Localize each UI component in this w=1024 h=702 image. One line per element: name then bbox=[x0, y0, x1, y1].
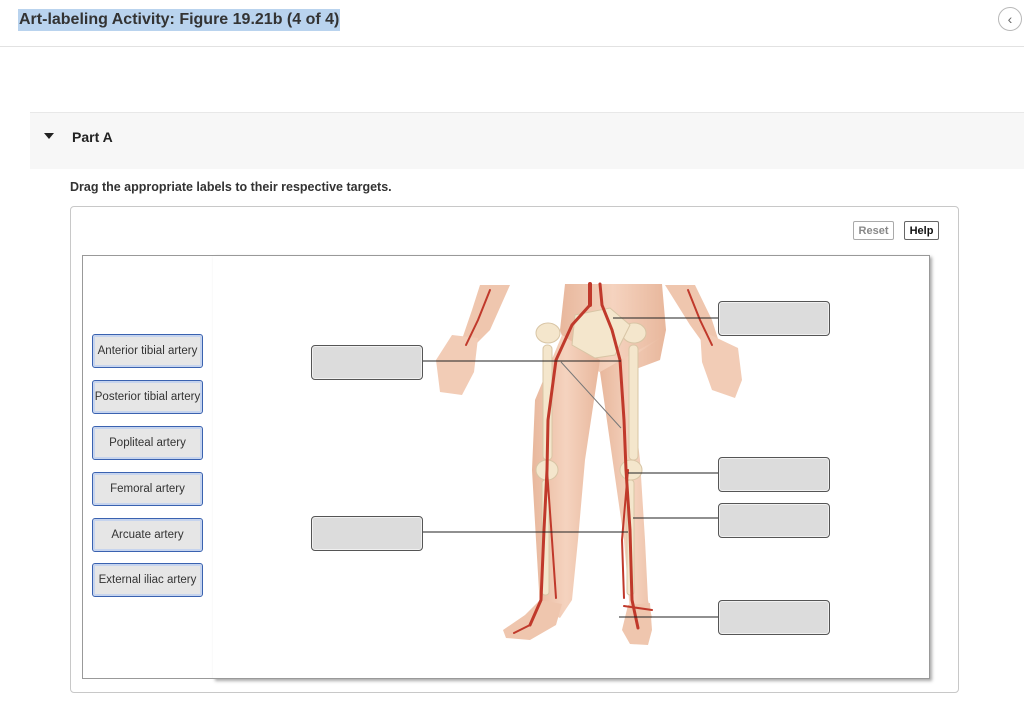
anatomy-figure bbox=[423, 282, 742, 645]
drop-target-1[interactable] bbox=[718, 301, 830, 336]
drop-target-5[interactable] bbox=[311, 516, 423, 551]
drop-target-2[interactable] bbox=[311, 345, 423, 380]
drop-target-6[interactable] bbox=[718, 600, 830, 635]
drop-target-4[interactable] bbox=[718, 503, 830, 538]
drop-target-3[interactable] bbox=[718, 457, 830, 492]
lower-body-illustration bbox=[436, 282, 742, 645]
